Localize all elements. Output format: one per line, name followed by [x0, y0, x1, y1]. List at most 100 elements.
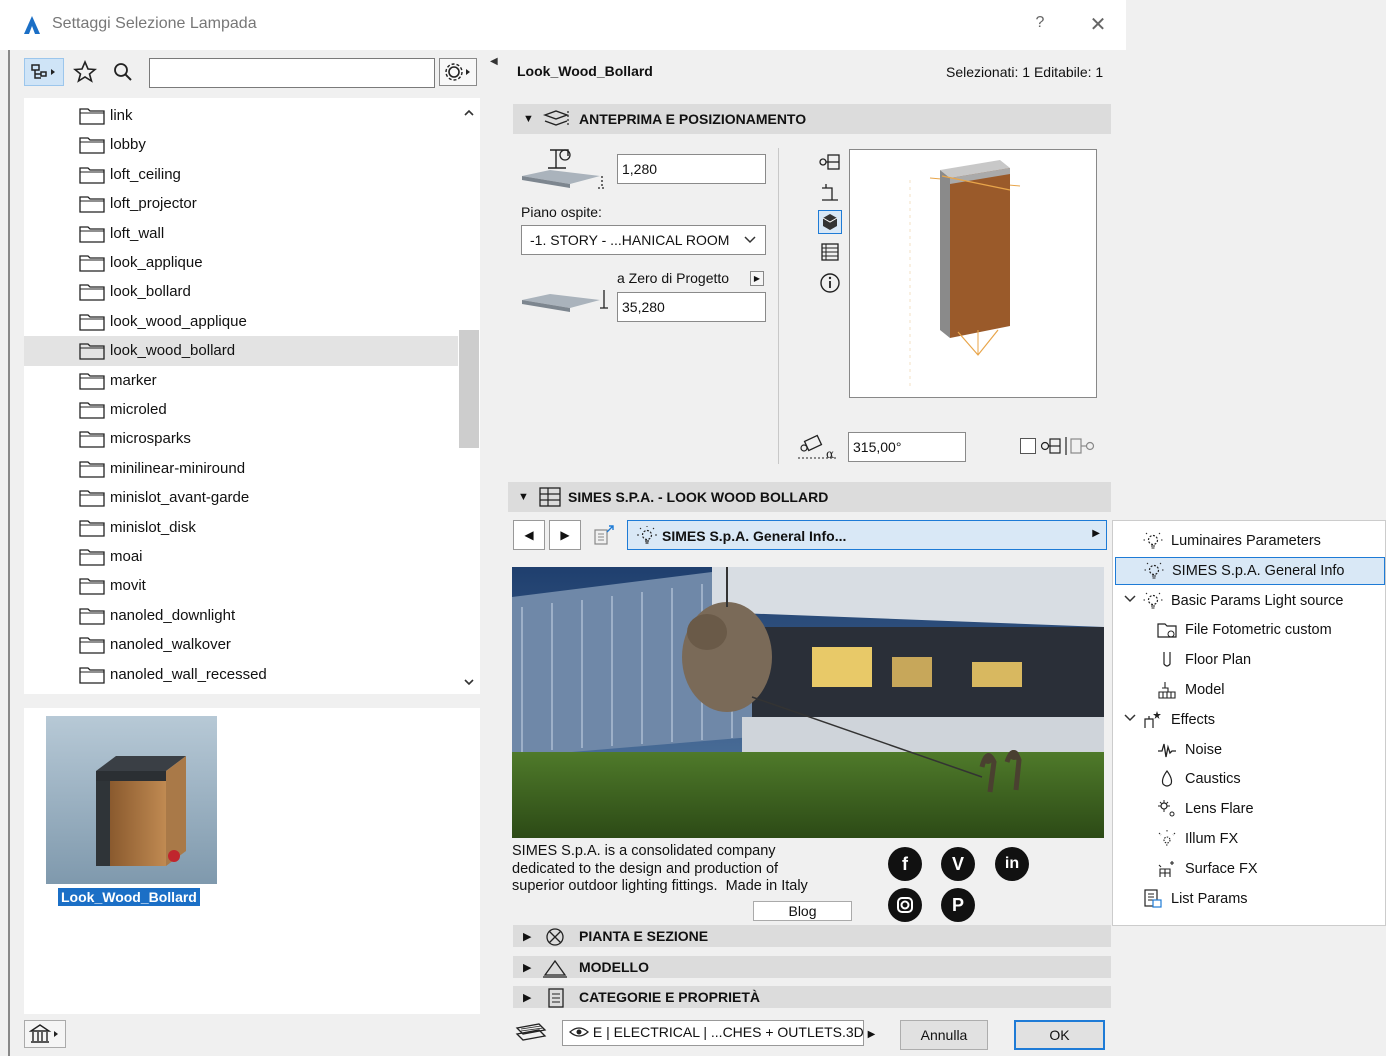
section-categories-header[interactable]: ▶ CATEGORIE E PROPRIETÀ: [513, 986, 1111, 1008]
instagram-icon[interactable]: [888, 888, 922, 922]
favorites-button[interactable]: [72, 58, 98, 86]
zero-reference-button[interactable]: ▶: [750, 271, 764, 286]
help-button[interactable]: ?: [1030, 14, 1050, 32]
collapsed-arrow-icon: ▶: [523, 992, 532, 1004]
tree-item[interactable]: look_applique: [24, 248, 458, 277]
tree-item[interactable]: look_bollard: [24, 277, 458, 306]
next-page-button[interactable]: ▶: [549, 520, 581, 550]
tree-item-label: lobby: [110, 136, 146, 154]
properties-icon: [548, 988, 564, 1008]
page-tree-item[interactable]: Lens Flare: [1157, 795, 1254, 823]
page-tree-item[interactable]: Surface FX: [1157, 855, 1258, 883]
scroll-down-icon[interactable]: [458, 672, 480, 692]
plan-view-button[interactable]: [818, 150, 842, 174]
ok-button[interactable]: OK: [1014, 1020, 1105, 1050]
vimeo-icon[interactable]: V: [941, 847, 975, 881]
settings-button[interactable]: [439, 58, 477, 86]
page-tree-item[interactable]: File Fotometric custom: [1157, 616, 1332, 644]
eye-icon: [569, 1027, 589, 1037]
page-tree-item-label: List Params: [1171, 890, 1248, 907]
close-button[interactable]: ✕: [1086, 12, 1110, 37]
window-title: Settaggi Selezione Lampada: [52, 15, 257, 32]
3d-preview[interactable]: [849, 149, 1097, 398]
page-tree-item[interactable]: Effects: [1143, 706, 1215, 734]
expand-chevron-icon[interactable]: [1123, 593, 1137, 608]
tree-item[interactable]: nanoled_walkover: [24, 630, 458, 659]
bulb-icon: [1143, 592, 1163, 609]
tree-item[interactable]: minilinear-miniround: [24, 454, 458, 483]
page-select[interactable]: SIMES S.p.A. General Info... ▶: [627, 520, 1107, 550]
tree-item-label: marker: [110, 371, 157, 389]
tree-item[interactable]: loft_projector: [24, 189, 458, 218]
collapsed-arrow-icon: ▶: [523, 931, 532, 943]
blog-button[interactable]: Blog: [753, 901, 852, 921]
tree-item[interactable]: nanoled_downlight: [24, 601, 458, 630]
tree-item[interactable]: moai: [24, 542, 458, 571]
height-field[interactable]: 1,280: [617, 154, 766, 184]
tree-item[interactable]: look_wood_applique: [24, 307, 458, 336]
expand-chevron-icon[interactable]: [1123, 712, 1137, 727]
host-story-select[interactable]: -1. STORY - ...HANICAL ROOM: [521, 225, 766, 255]
pinterest-icon[interactable]: P: [941, 888, 975, 922]
zero-elevation-field[interactable]: 35,280: [617, 292, 766, 322]
collapse-panel-arrow[interactable]: ◀: [490, 56, 498, 67]
object-thumbnail[interactable]: [46, 716, 217, 884]
folder-photometric-icon: [1157, 623, 1177, 638]
tree-item[interactable]: look_wood_bollard: [24, 336, 458, 366]
list-view-button[interactable]: [818, 240, 842, 264]
3d-view-button[interactable]: [818, 210, 842, 234]
list-view-icon: [821, 243, 839, 261]
tree-item[interactable]: loft_ceiling: [24, 160, 458, 189]
cancel-button[interactable]: Annulla: [900, 1020, 988, 1050]
tree-item[interactable]: microled: [24, 395, 458, 424]
section-plan-header[interactable]: ▶ PIANTA E SEZIONE: [513, 925, 1111, 947]
tree-item-label: link: [110, 107, 133, 124]
linkedin-icon[interactable]: in: [995, 847, 1029, 881]
mirror-checkbox[interactable]: [1020, 438, 1036, 454]
mirror-icon: [1040, 437, 1095, 455]
bollard-thumbnail-image: [46, 716, 217, 884]
tree-item-label: look_wood_bollard: [110, 342, 236, 360]
section-params-header[interactable]: ▼ SIMES S.P.A. - LOOK WOOD BOLLARD: [508, 482, 1111, 512]
page-tree-item[interactable]: Floor Plan: [1157, 646, 1251, 674]
page-tree-item[interactable]: Illum FX: [1157, 825, 1238, 853]
section-model-header[interactable]: ▶ MODELLO: [513, 956, 1111, 978]
search-input[interactable]: [149, 58, 435, 88]
info-button[interactable]: [818, 271, 842, 295]
folder-icon: [79, 549, 105, 566]
scroll-up-icon[interactable]: [458, 102, 480, 122]
page-tree-item[interactable]: Basic Params Light source: [1143, 587, 1343, 615]
tree-item[interactable]: marker: [24, 366, 458, 395]
model-icon: [543, 959, 567, 978]
page-tree-item-label: Surface FX: [1185, 860, 1258, 877]
facebook-icon[interactable]: f: [888, 847, 922, 881]
folder-view-button[interactable]: [24, 58, 64, 86]
host-story-label: Piano ospite:: [521, 204, 602, 220]
tree-item[interactable]: minislot_avant-garde: [24, 483, 458, 512]
search-button[interactable]: [110, 58, 136, 86]
page-tree-item[interactable]: Caustics: [1157, 765, 1241, 793]
library-manager-button[interactable]: [24, 1020, 66, 1048]
tree-scroll-thumb[interactable]: [459, 330, 479, 448]
page-tree-item[interactable]: Noise: [1157, 736, 1222, 764]
tree-item[interactable]: minislot_disk: [24, 513, 458, 542]
tree-item-label: nanoled_wall_recessed: [110, 665, 267, 683]
tree-item[interactable]: lobby: [24, 130, 458, 159]
prev-page-button[interactable]: ◀: [513, 520, 545, 550]
tree-item[interactable]: loft_wall: [24, 219, 458, 248]
section-preview-header[interactable]: ▼ ANTEPRIMA E POSIZIONAMENTO: [513, 104, 1111, 134]
tree-item[interactable]: movit: [24, 571, 458, 600]
page-tree-item[interactable]: Luminaires Parameters: [1143, 527, 1321, 555]
tree-item[interactable]: link: [24, 101, 458, 130]
page-tree-item[interactable]: SIMES S.p.A. General Info: [1115, 556, 1385, 585]
page-export-icon[interactable]: [591, 524, 617, 546]
section-view-button[interactable]: [818, 181, 842, 205]
tree-item-label: nanoled_walkover: [110, 636, 231, 654]
page-tree-item[interactable]: Model: [1157, 676, 1225, 704]
tree-item[interactable]: nanoled_wall_recessed: [24, 660, 458, 689]
tree-item-label: microsparks: [110, 430, 191, 448]
page-tree-item[interactable]: List Params: [1143, 885, 1248, 913]
layer-select[interactable]: E | ELECTRICAL | ...CHES + OUTLETS.3D ▶: [562, 1020, 875, 1046]
rotation-angle-field[interactable]: 315,00°: [848, 432, 966, 462]
tree-item[interactable]: microsparks: [24, 424, 458, 453]
